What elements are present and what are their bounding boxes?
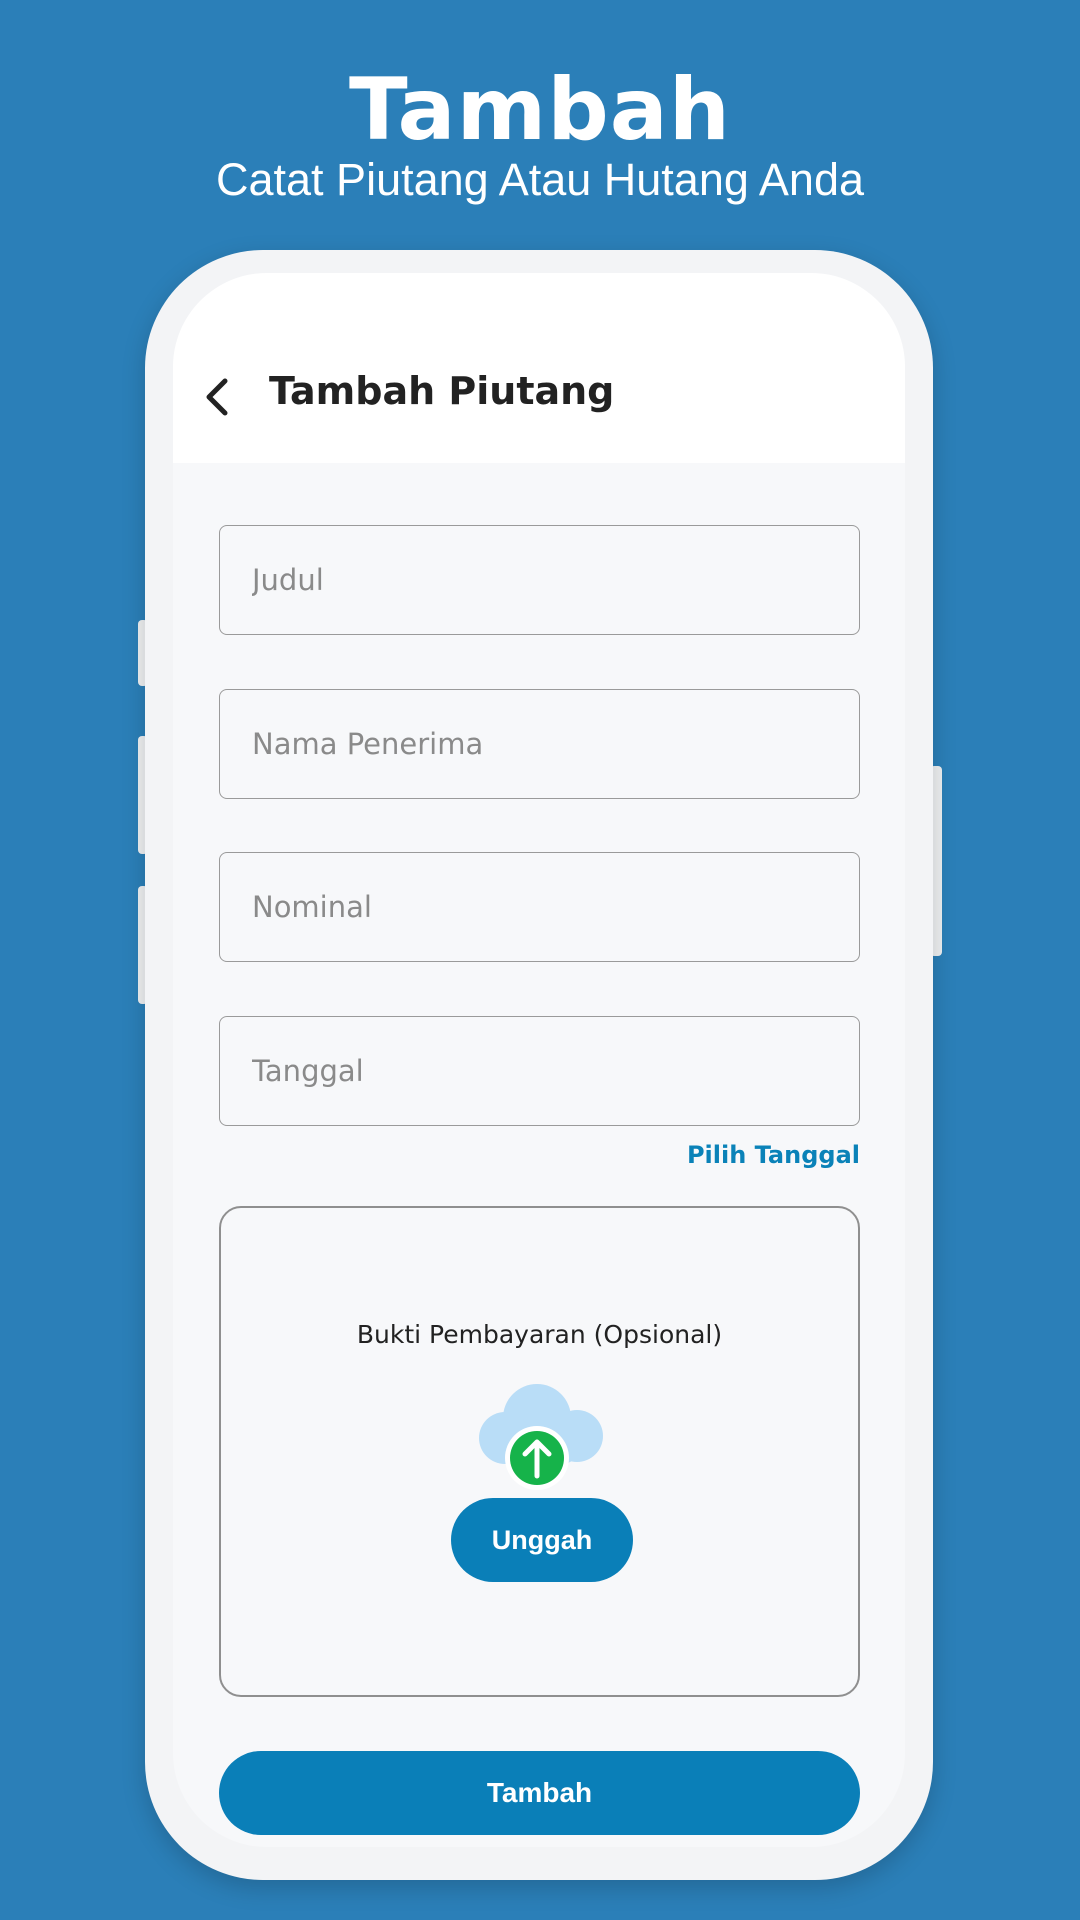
submit-button[interactable]: Tambah xyxy=(219,1751,860,1835)
upload-button[interactable]: Unggah xyxy=(451,1498,633,1582)
pick-date-link[interactable]: Pilih Tanggal xyxy=(687,1141,860,1169)
hero-subtitle: Catat Piutang Atau Hutang Anda xyxy=(216,154,864,205)
recipient-field[interactable] xyxy=(219,689,860,799)
upload-label: Bukti Pembayaran (Opsional) xyxy=(356,1320,723,1349)
date-input[interactable] xyxy=(220,1017,859,1125)
upload-area[interactable]: Bukti Pembayaran (Opsional) Unggah xyxy=(219,1206,860,1697)
amount-field[interactable] xyxy=(219,852,860,962)
back-button[interactable] xyxy=(195,373,243,421)
app-screen: Tambah Piutang Pilih Tanggal Bukti Pemba… xyxy=(173,273,905,1847)
chevron-left-icon xyxy=(206,378,228,416)
date-field[interactable] xyxy=(219,1016,860,1126)
amount-input[interactable] xyxy=(220,853,859,961)
hero-title: Tambah xyxy=(348,60,732,160)
recipient-input[interactable] xyxy=(220,690,859,798)
title-field[interactable] xyxy=(219,525,860,635)
title-input[interactable] xyxy=(220,526,859,634)
app-bar: Tambah Piutang xyxy=(173,273,905,463)
page-title: Tambah Piutang xyxy=(269,369,615,413)
cloud-upload-icon xyxy=(479,1384,603,1490)
